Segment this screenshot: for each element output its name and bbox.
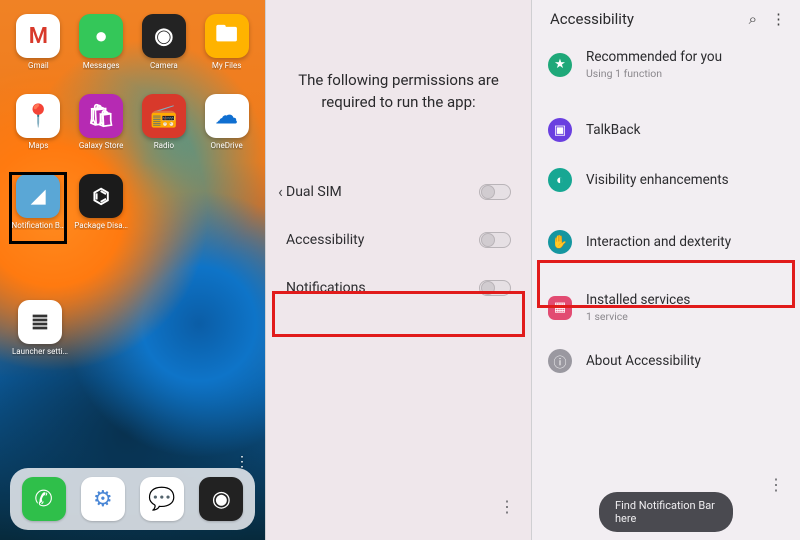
app-launcher-settings[interactable]: ≣ Launcher setti… [12,300,68,372]
toast-find-notification-bar: Find Notification Bar here [599,492,733,532]
app-notification-bar[interactable]: ◢ Notification B… [8,174,69,246]
overflow-menu-icon[interactable]: ⋮ [499,497,515,516]
app-label: OneDrive [211,141,243,150]
row-sublabel: Using 1 function [586,67,722,80]
perm-label: Accessibility [286,232,364,248]
row-interaction[interactable]: ✋ Interaction and dexterity [532,217,800,267]
app-label: Radio [154,141,174,150]
row-label: Recommended for you [586,49,722,65]
perm-accessibility[interactable]: Accessibility [266,216,531,264]
app-label: Package Disa… [74,221,128,230]
my-files-icon: 🖿 [205,14,249,58]
dock-camera[interactable]: ◉ [199,477,243,521]
row-label: About Accessibility [586,353,701,369]
app-radio[interactable]: 📻 Radio [134,94,195,166]
onedrive-icon: ☁ [205,94,249,138]
row-recommended[interactable]: ★ Recommended for you Using 1 function [532,36,800,93]
talkback-icon: ▣ [548,118,572,142]
app-label: Galaxy Store [79,141,124,150]
toggle-notifications[interactable] [479,280,511,296]
perm-label: Notifications [286,280,366,296]
dock: ⋮ ✆ ⚙ 💬 ◉ [10,468,255,530]
galaxy-store-icon: 🛍 [79,94,123,138]
permissions-title: The following permissions are required t… [266,0,531,142]
panel-permissions-dialog: The following permissions are required t… [266,0,532,540]
app-label: Gmail [28,61,49,70]
notification-bar-icon: ◢ [16,174,60,218]
page-title: Accessibility [550,10,634,28]
dock-settings[interactable]: ⚙ [81,477,125,521]
perm-dual-sim[interactable]: Dual SIM [266,168,531,216]
maps-icon: 📍 [16,94,60,138]
about-icon: ⓘ [548,349,572,373]
package-disabler-icon: ⌬ [79,174,123,218]
row-label: Visibility enhancements [586,172,729,188]
row-about[interactable]: ⓘ About Accessibility [532,336,800,386]
app-gmail[interactable]: M Gmail [8,14,69,86]
panel-accessibility-settings: Accessibility ⌕ ⋮ ★ Recommended for you … [532,0,800,540]
app-label: Maps [28,141,48,150]
row-label: TalkBack [586,122,640,138]
app-label: Messages [83,61,120,70]
app-label: My Files [212,61,241,70]
interaction-icon: ✋ [548,230,572,254]
perm-label: Dual SIM [286,184,342,200]
panel-home-screen: M Gmail ● Messages ◉ Camera 🖿 My Files 📍… [0,0,266,540]
app-label: Camera [150,61,178,70]
row-visibility[interactable]: ◐ Visibility enhancements [532,155,800,205]
dock-messages[interactable]: 💬 [140,477,184,521]
launcher-settings-icon: ≣ [18,300,62,344]
app-onedrive[interactable]: ☁ OneDrive [196,94,257,166]
header-bar: Accessibility ⌕ ⋮ [532,0,800,36]
app-maps[interactable]: 📍 Maps [8,94,69,166]
back-button[interactable]: ‹ [278,182,283,201]
app-label: Notification B… [12,221,66,230]
camera-icon: ◉ [142,14,186,58]
more-options-icon[interactable]: ⋮ [771,10,786,28]
row-sublabel: 1 service [586,310,690,323]
app-messages[interactable]: ● Messages [71,14,132,86]
app-my-files[interactable]: 🖿 My Files [196,14,257,86]
app-label: Launcher setti… [12,347,68,356]
row-installed-services[interactable]: ▦ Installed services 1 service [532,279,800,336]
app-package-disabler[interactable]: ⌬ Package Disa… [71,174,132,246]
page-indicator-icon: ⋮ [235,454,249,470]
app-grid: M Gmail ● Messages ◉ Camera 🖿 My Files 📍… [0,0,265,246]
row-label: Interaction and dexterity [586,234,731,250]
visibility-icon: ◐ [548,168,572,192]
app-camera[interactable]: ◉ Camera [134,14,195,86]
row-talkback[interactable]: ▣ TalkBack [532,105,800,155]
recommended-icon: ★ [548,53,572,77]
overflow-menu-icon[interactable]: ⋮ [768,475,784,494]
messages-icon: ● [79,14,123,58]
perm-notifications[interactable]: Notifications [266,264,531,312]
search-icon[interactable]: ⌕ [749,10,757,28]
toggle-dual-sim[interactable] [479,184,511,200]
radio-icon: 📻 [142,94,186,138]
app-galaxy-store[interactable]: 🛍 Galaxy Store [71,94,132,166]
dock-phone[interactable]: ✆ [22,477,66,521]
toggle-accessibility[interactable] [479,232,511,248]
permission-list: Dual SIM Accessibility Notifications [266,168,531,312]
gmail-icon: M [16,14,60,58]
installed-services-icon: ▦ [548,296,572,320]
row-label: Installed services [586,292,690,308]
